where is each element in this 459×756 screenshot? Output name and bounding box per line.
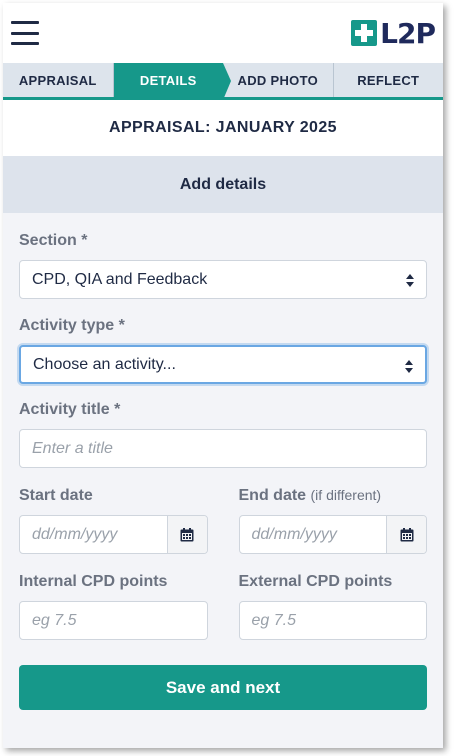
save-and-next-button[interactable]: Save and next bbox=[19, 665, 427, 710]
tab-details[interactable]: DETAILS bbox=[113, 63, 231, 100]
start-date-input[interactable]: dd/mm/yyyy bbox=[20, 516, 167, 553]
plus-cross-icon bbox=[351, 20, 378, 46]
activity-title-label: Activity title * bbox=[19, 401, 121, 418]
end-date-placeholder: dd/mm/yyyy bbox=[251, 525, 337, 543]
external-cpd-placeholder: eg 7.5 bbox=[251, 611, 296, 629]
hamburger-line bbox=[11, 21, 39, 24]
tab-add-photo[interactable]: ADD PHOTO bbox=[223, 63, 334, 97]
section-heading: Add details bbox=[3, 156, 443, 213]
activity-title-input[interactable]: Enter a title bbox=[19, 429, 427, 468]
top-bar: L2P bbox=[3, 3, 443, 63]
hamburger-line bbox=[11, 42, 39, 45]
external-cpd-input[interactable]: eg 7.5 bbox=[238, 601, 427, 640]
internal-cpd-input[interactable]: eg 7.5 bbox=[19, 601, 208, 640]
activity-type-select[interactable]: Choose an activity... bbox=[19, 345, 427, 384]
end-date-input[interactable]: dd/mm/yyyy bbox=[240, 516, 387, 553]
start-date-picker-button[interactable] bbox=[166, 516, 207, 553]
end-date-hint: (if different) bbox=[310, 487, 382, 503]
section-select[interactable]: CPD, QIA and Feedback bbox=[19, 260, 427, 299]
activity-type-value: Choose an activity... bbox=[33, 355, 176, 373]
start-date-field: dd/mm/yyyy bbox=[19, 515, 208, 554]
activity-title-placeholder: Enter a title bbox=[32, 439, 113, 457]
end-date-label-text: End date bbox=[238, 487, 307, 504]
logo-text: L2P bbox=[380, 16, 436, 50]
app-frame: L2P APPRAISAL DETAILS ADD PHOTO REFLECT … bbox=[3, 3, 443, 748]
step-tabs: APPRAISAL DETAILS ADD PHOTO REFLECT bbox=[3, 63, 443, 100]
activity-type-label: Activity type * bbox=[19, 317, 125, 334]
internal-cpd-label: Internal CPD points bbox=[19, 573, 168, 590]
page-title: APPRAISAL: JANUARY 2025 bbox=[3, 100, 443, 156]
tab-appraisal[interactable]: APPRAISAL bbox=[3, 63, 114, 97]
internal-cpd-placeholder: eg 7.5 bbox=[32, 611, 77, 629]
calendar-icon bbox=[180, 527, 194, 541]
section-label: Section * bbox=[19, 232, 88, 249]
end-date-label: End date (if different) bbox=[239, 487, 428, 505]
tab-reflect[interactable]: REFLECT bbox=[334, 63, 444, 97]
external-cpd-label: External CPD points bbox=[238, 573, 393, 590]
hamburger-line bbox=[11, 31, 39, 35]
hamburger-menu-icon[interactable] bbox=[11, 21, 39, 45]
start-date-label: Start date bbox=[19, 487, 93, 504]
logo: L2P bbox=[351, 16, 436, 50]
end-date-picker-button[interactable] bbox=[386, 516, 426, 553]
end-date-field: dd/mm/yyyy bbox=[238, 515, 427, 554]
start-date-placeholder: dd/mm/yyyy bbox=[32, 525, 118, 543]
section-select-value: CPD, QIA and Feedback bbox=[32, 270, 208, 288]
calendar-icon bbox=[400, 527, 413, 541]
details-form: Section * CPD, QIA and Feedback Activity… bbox=[3, 213, 443, 710]
